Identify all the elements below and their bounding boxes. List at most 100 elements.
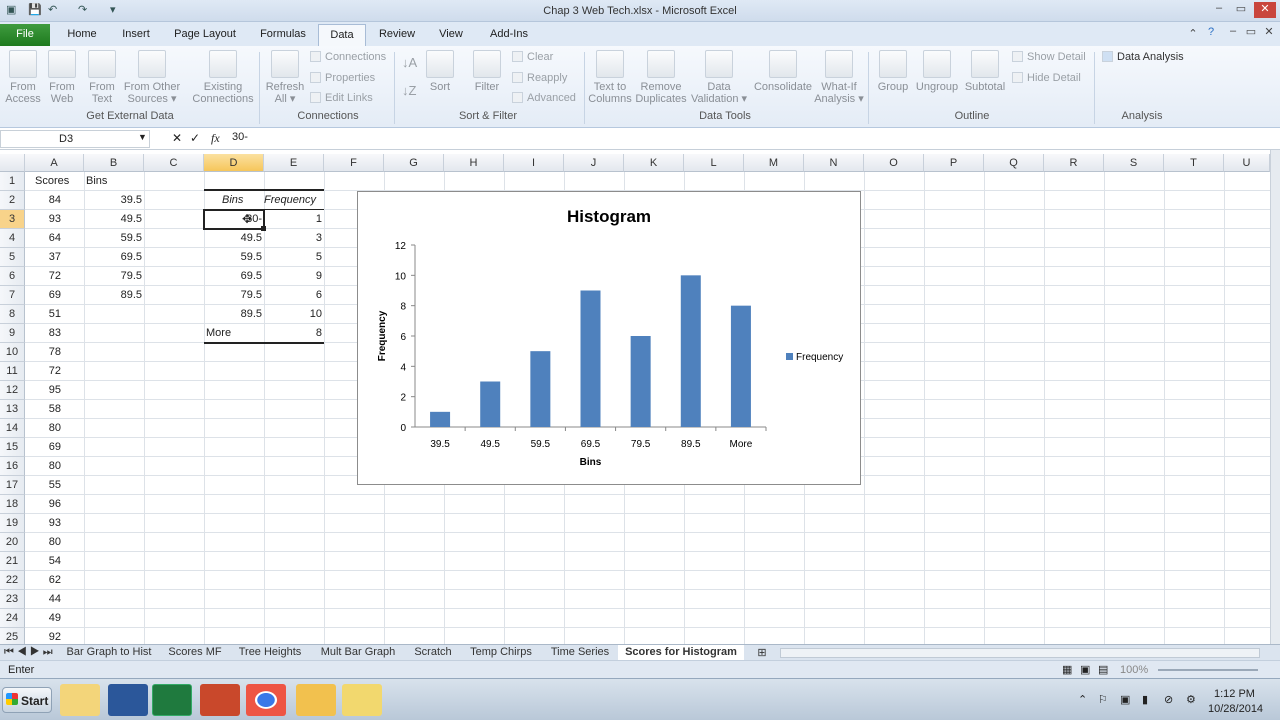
row-header-4[interactable]: 4 xyxy=(0,229,25,248)
column-header-j[interactable]: J xyxy=(564,154,624,172)
existing-connections-button[interactable]: Existing Connections xyxy=(190,50,256,105)
row-header-3[interactable]: 3 xyxy=(0,210,25,229)
cell-score[interactable]: 80 xyxy=(25,533,61,552)
chrome-icon[interactable] xyxy=(246,684,286,716)
page-break-view-icon[interactable]: ▤ xyxy=(1098,663,1108,676)
network-icon[interactable]: ▮ xyxy=(1142,693,1148,706)
cell-bin[interactable]: 39.5 xyxy=(84,191,142,210)
text-to-columns-button[interactable]: Text to Columns xyxy=(588,50,632,105)
tab-page-layout[interactable]: Page Layout xyxy=(166,24,244,46)
filter-button[interactable]: Filter xyxy=(470,50,504,93)
cell-score[interactable]: 54 xyxy=(25,552,61,571)
table-frequency[interactable]: 9 xyxy=(264,267,322,286)
vertical-scrollbar[interactable] xyxy=(1270,150,1280,644)
minimize-button[interactable]: – xyxy=(1208,2,1230,18)
clear-filter-button[interactable]: Clear xyxy=(512,51,553,63)
remove-duplicates-button[interactable]: Remove Duplicates xyxy=(634,50,688,105)
group-button[interactable]: Group xyxy=(874,50,912,93)
sheet-tab[interactable]: Scratch xyxy=(410,645,456,661)
active-cell-d3[interactable] xyxy=(203,209,265,230)
table-bin[interactable]: 49.5 xyxy=(204,229,262,248)
column-header-p[interactable]: P xyxy=(924,154,984,172)
row-header-16[interactable]: 16 xyxy=(0,457,25,476)
row-header-22[interactable]: 22 xyxy=(0,571,25,590)
from-text-button[interactable]: From Text xyxy=(84,50,120,105)
edit-links-button[interactable]: Edit Links xyxy=(310,92,373,104)
hide-detail-button[interactable]: Hide Detail xyxy=(1012,72,1081,84)
volume-muted-icon[interactable]: ⊘ xyxy=(1164,693,1173,706)
cell-score[interactable]: 64 xyxy=(25,229,61,248)
normal-view-icon[interactable]: ▦ xyxy=(1062,663,1072,676)
cell-b1[interactable]: Bins xyxy=(84,172,140,191)
properties-button[interactable]: Properties xyxy=(310,72,375,84)
row-header-1[interactable]: 1 xyxy=(0,172,25,191)
cell-score[interactable]: 69 xyxy=(25,286,61,305)
cell-a1[interactable]: Scores xyxy=(25,172,80,191)
sheet-tab-active[interactable]: Scores for Histogram xyxy=(618,645,744,661)
row-header-13[interactable]: 13 xyxy=(0,400,25,419)
tab-home[interactable]: Home xyxy=(58,24,106,46)
cell-score[interactable]: 72 xyxy=(25,362,61,381)
subtotal-button[interactable]: Subtotal xyxy=(962,50,1008,93)
table-header-bins[interactable]: Bins xyxy=(204,191,260,210)
table-frequency[interactable]: 10 xyxy=(264,305,322,324)
column-header-e[interactable]: E xyxy=(264,154,324,172)
sheet-nav-icon[interactable]: ⏮ ◀ ▶ ⏭ xyxy=(4,645,64,661)
table-frequency[interactable]: 6 xyxy=(264,286,322,305)
sheet-tab[interactable]: Scores MF xyxy=(164,645,226,661)
histogram-chart[interactable]: Histogram 0 2 4 6 8 10 12 39.5 49.5 59.5 69.5 79.5 89… xyxy=(357,191,861,485)
table-frequency[interactable]: 5 xyxy=(264,248,322,267)
zoom-level[interactable]: 100% xyxy=(1120,664,1148,676)
sort-az-icon[interactable]: ↓A xyxy=(402,55,417,70)
from-access-button[interactable]: From Access xyxy=(4,50,42,105)
column-header-c[interactable]: C xyxy=(144,154,204,172)
column-header-b[interactable]: B xyxy=(84,154,144,172)
cell-bin[interactable]: 59.5 xyxy=(84,229,142,248)
column-header-l[interactable]: L xyxy=(684,154,744,172)
data-analysis-button[interactable]: Data Analysis xyxy=(1102,51,1184,63)
row-header-20[interactable]: 20 xyxy=(0,533,25,552)
doc-close-button[interactable]: ✕ xyxy=(1258,25,1280,41)
row-header-11[interactable]: 11 xyxy=(0,362,25,381)
row-header-15[interactable]: 15 xyxy=(0,438,25,457)
formula-input[interactable]: 30- xyxy=(232,131,248,143)
sheet-tab[interactable]: Mult Bar Graph xyxy=(314,645,402,661)
table-bin[interactable]: More xyxy=(204,324,260,343)
cell-score[interactable]: 37 xyxy=(25,248,61,267)
cell-bin[interactable]: 69.5 xyxy=(84,248,142,267)
tray-expand-icon[interactable]: ⌃ xyxy=(1078,693,1087,706)
refresh-all-button[interactable]: Refresh All ▾ xyxy=(264,50,306,105)
ungroup-button[interactable]: Ungroup xyxy=(912,50,962,93)
column-header-h[interactable]: H xyxy=(444,154,504,172)
column-header-r[interactable]: R xyxy=(1044,154,1104,172)
what-if-analysis-button[interactable]: What-If Analysis ▾ xyxy=(814,50,864,105)
select-all-corner[interactable] xyxy=(0,154,25,172)
column-header-s[interactable]: S xyxy=(1104,154,1164,172)
sort-za-icon[interactable]: ↓Z xyxy=(402,83,416,98)
row-header-9[interactable]: 9 xyxy=(0,324,25,343)
cell-score[interactable]: 80 xyxy=(25,457,61,476)
tab-insert[interactable]: Insert xyxy=(112,24,160,46)
tab-view[interactable]: View xyxy=(430,24,472,46)
advanced-filter-button[interactable]: Advanced xyxy=(512,92,576,104)
table-header-frequency[interactable]: Frequency xyxy=(264,191,324,210)
cell-score[interactable]: 51 xyxy=(25,305,61,324)
cell-score[interactable]: 78 xyxy=(25,343,61,362)
cell-score[interactable]: 80 xyxy=(25,419,61,438)
zoom-slider[interactable] xyxy=(1158,669,1258,671)
tab-formulas[interactable]: Formulas xyxy=(252,24,314,46)
from-web-button[interactable]: From Web xyxy=(44,50,80,105)
column-header-i[interactable]: I xyxy=(504,154,564,172)
name-box-dropdown-icon[interactable]: ▼ xyxy=(138,132,147,142)
column-header-a[interactable]: A xyxy=(25,154,84,172)
cell-bin[interactable]: 79.5 xyxy=(84,267,142,286)
fill-handle[interactable] xyxy=(261,226,266,231)
row-header-12[interactable]: 12 xyxy=(0,381,25,400)
cell-score[interactable]: 49 xyxy=(25,609,61,628)
column-header-d[interactable]: D xyxy=(204,154,264,172)
table-bin[interactable]: 89.5 xyxy=(204,305,262,324)
powerpoint-icon[interactable] xyxy=(200,684,240,716)
column-header-t[interactable]: T xyxy=(1164,154,1224,172)
table-frequency[interactable]: 8 xyxy=(264,324,322,343)
sheet-tab[interactable]: Time Series xyxy=(548,645,612,661)
